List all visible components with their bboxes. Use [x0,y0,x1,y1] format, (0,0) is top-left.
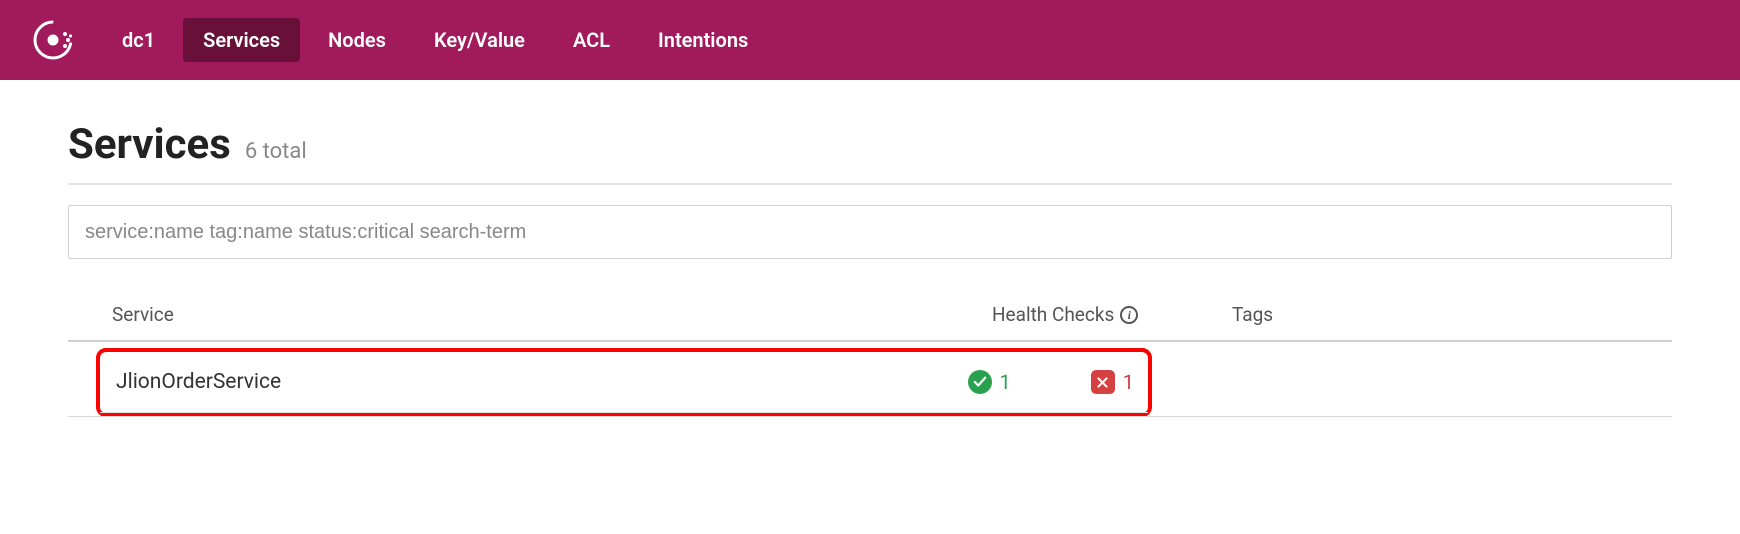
health-passing: 1 [968,370,1011,394]
page-header: Services 6 total [68,120,1672,185]
check-icon [968,370,992,394]
nav-key-value[interactable]: Key/Value [414,18,545,62]
header-health[interactable]: Health Checks i [992,303,1212,326]
info-icon[interactable]: i [1120,306,1138,324]
passing-count: 1 [1000,370,1011,394]
health-failing: 1 [1091,370,1134,394]
health-indicators: 1 1 [968,370,1149,394]
header-tags[interactable]: Tags [1212,303,1672,326]
consul-logo-icon[interactable] [32,19,74,61]
table-row[interactable]: JlionOrderService 1 1 [100,352,1148,413]
service-name: JlionOrderService [116,370,968,394]
nav-nodes[interactable]: Nodes [308,18,406,62]
row-divider [68,416,1672,417]
main-content: Services 6 total Service Health Checks i… [0,80,1740,417]
services-table: Service Health Checks i Tags JlionOrderS… [68,289,1672,417]
failing-count: 1 [1123,370,1134,394]
header-health-label: Health Checks [992,303,1114,326]
highlight-box: JlionOrderService 1 1 [96,348,1152,417]
nav-acl[interactable]: ACL [553,18,630,62]
page-count: 6 total [245,139,307,164]
x-icon [1091,370,1115,394]
nav-datacenter[interactable]: dc1 [102,18,175,62]
nav-services[interactable]: Services [183,18,300,62]
header-service[interactable]: Service [112,303,992,326]
table-header: Service Health Checks i Tags [68,289,1672,342]
top-nav: dc1 Services Nodes Key/Value ACL Intenti… [0,0,1740,80]
page-title: Services [68,120,231,169]
nav-intentions[interactable]: Intentions [638,18,768,62]
search-input[interactable] [68,205,1672,259]
